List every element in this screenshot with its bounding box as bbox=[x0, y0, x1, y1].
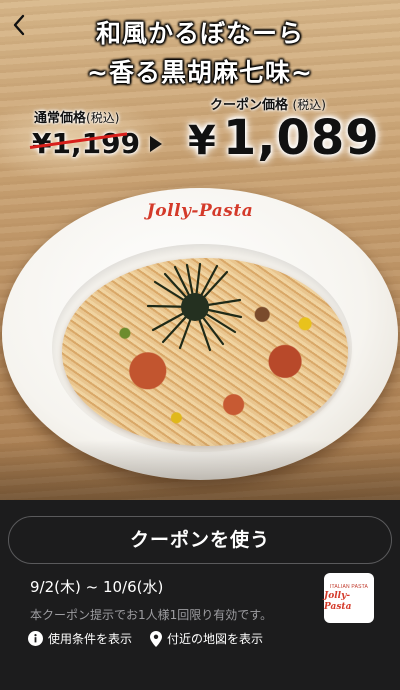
arrow-right-icon bbox=[150, 136, 162, 152]
coupon-hero-image: Jolly-Pasta 和風かるぼなーら ~香る黒胡麻七味~ 通常価格(税込) … bbox=[0, 0, 400, 500]
coupon-panel: クーポンを使う 9/2(木) ~ 10/6(水) 本クーポン提示でお1人様1回限… bbox=[0, 500, 400, 690]
brand-logo-word: Jolly-Pasta bbox=[324, 590, 352, 612]
show-terms-link[interactable]: 使用条件を表示 bbox=[28, 630, 132, 647]
menu-title-line1: 和風かるぼなーら bbox=[95, 19, 304, 48]
brand-logo: ITALIAN PASTA Jolly-Pasta bbox=[324, 573, 374, 623]
map-pin-icon bbox=[150, 630, 162, 647]
coupon-price: ¥1,089 bbox=[188, 110, 380, 166]
validity-period: 9/2(木) ~ 10/6(水) bbox=[30, 578, 164, 596]
show-map-link[interactable]: 付近の地図を表示 bbox=[150, 630, 263, 647]
show-terms-label: 使用条件を表示 bbox=[48, 632, 133, 646]
info-icon bbox=[28, 631, 43, 646]
menu-title-line2: ~香る黒胡麻七味~ bbox=[87, 58, 313, 87]
plate-logo: Jolly-Pasta bbox=[146, 201, 254, 221]
use-coupon-button[interactable]: クーポンを使う bbox=[8, 516, 392, 564]
usage-note: 本クーポン提示でお1人様1回限り有効です。 bbox=[30, 608, 273, 622]
nori-topping bbox=[146, 262, 243, 352]
show-map-label: 付近の地図を表示 bbox=[167, 632, 264, 646]
menu-title: 和風かるぼなーら ~香る黒胡麻七味~ bbox=[0, 14, 400, 92]
brand-logo-arc: ITALIAN PASTA bbox=[329, 583, 369, 590]
regular-price-label: 通常価格(税込) bbox=[34, 111, 120, 126]
